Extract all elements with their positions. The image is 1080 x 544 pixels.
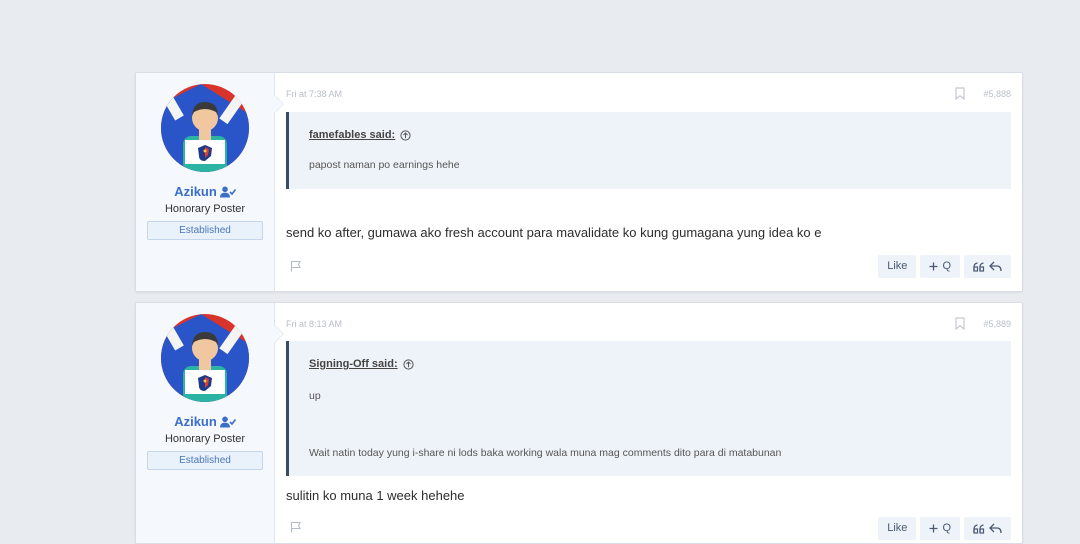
flag-icon[interactable] [290,521,302,533]
avatar[interactable] [161,314,249,402]
quote-marks-icon [973,523,985,534]
quote-text: up [309,390,321,402]
user-check-icon [219,416,236,427]
reply-button[interactable] [964,255,1011,278]
quote-text: papost naman po earnings hehe [309,159,460,171]
user-title: Honorary Poster [164,433,246,445]
multiquote-label: Q [942,522,951,534]
arrow-up-circle-icon[interactable] [400,129,411,141]
user-title: Honorary Poster [164,203,246,215]
quote-author-link[interactable]: famefables said: [309,129,395,141]
user-info: Azikun Honorary Poster Established [136,303,284,543]
quote-header: Signing-Off said: [309,358,414,370]
user-badge: Established [147,221,263,240]
post-number[interactable]: #5,888 [983,89,1011,99]
username-text[interactable]: Azikun [174,414,217,429]
post-message: send ko after, gumawa ako fresh account … [286,225,822,240]
post-content: Fri at 7:38 AM #5,888 famefables said: p… [275,73,1022,291]
bookmark-icon[interactable] [955,87,965,100]
reply-arrow-icon [989,261,1002,272]
like-button[interactable]: Like [878,517,917,540]
user-check-icon [219,186,236,197]
reply-button[interactable] [964,517,1011,540]
like-label: Like [887,260,908,272]
multiquote-label: Q [942,260,951,272]
post-date[interactable]: Fri at 8:13 AM [286,319,342,329]
post-number[interactable]: #5,889 [983,319,1011,329]
avatar[interactable] [161,84,249,172]
username[interactable]: Azikun [136,414,274,429]
plus-icon [929,262,938,271]
post-5889: Azikun Honorary Poster Established Fri a… [135,302,1023,544]
like-label: Like [887,522,908,534]
multiquote-button[interactable]: Q [920,517,960,540]
post-date[interactable]: Fri at 7:38 AM [286,89,342,99]
flag-icon[interactable] [290,260,302,272]
like-button[interactable]: Like [878,255,917,278]
username-text[interactable]: Azikun [174,184,217,199]
quote-block: famefables said: papost naman po earning… [286,112,1011,189]
username[interactable]: Azikun [136,184,274,199]
quote-block: Signing-Off said: up Wait natin today yu… [286,341,1011,476]
plus-icon [929,524,938,533]
user-info: Azikun Honorary Poster Established [136,73,284,291]
post-message: sulitin ko muna 1 week hehehe [286,488,465,503]
post-content: Fri at 8:13 AM #5,889 Signing-Off said: … [275,303,1022,543]
user-badge: Established [147,451,263,470]
post-5888: Azikun Honorary Poster Established Fri a… [135,72,1023,292]
quote-header: famefables said: [309,129,411,141]
post-actions: Like Q [878,255,1011,278]
multiquote-button[interactable]: Q [920,255,960,278]
quote-author-link[interactable]: Signing-Off said: [309,358,398,370]
bookmark-icon[interactable] [955,317,965,330]
reply-arrow-icon [989,523,1002,534]
post-actions: Like Q [878,517,1011,540]
quote-marks-icon [973,261,985,272]
quote-text: Wait natin today yung i-share ni lods ba… [309,447,782,459]
arrow-up-circle-icon[interactable] [403,358,414,370]
